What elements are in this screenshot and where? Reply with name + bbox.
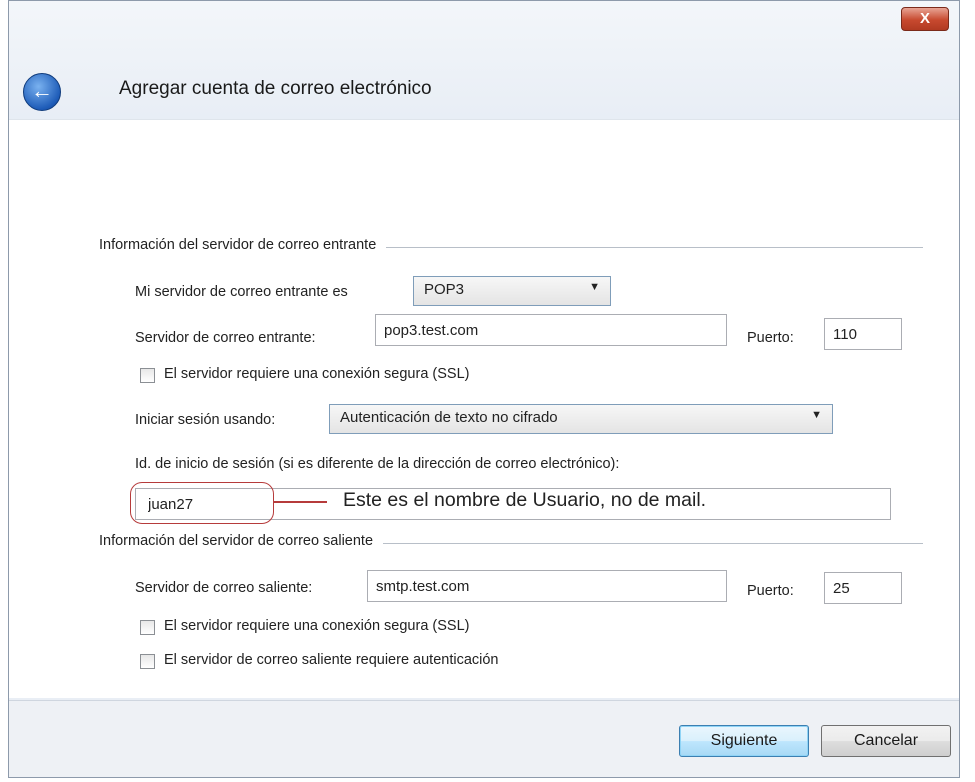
outgoing-port-label: Puerto: [747, 583, 794, 599]
incoming-ssl-checkbox[interactable] [140, 368, 155, 383]
incoming-port-label: Puerto: [747, 330, 794, 346]
incoming-ssl-label: El servidor requiere una conexión segura… [164, 366, 470, 382]
dialog-window: X ← Agregar cuenta de correo electrónico… [8, 0, 960, 778]
annotation-text: Este es el nombre de Usuario, no de mail… [343, 489, 707, 511]
logon-method-label: Iniciar sesión usando: [135, 412, 276, 428]
outgoing-port-input[interactable] [824, 572, 902, 604]
incoming-section-title: Información del servidor de correo entra… [99, 237, 387, 253]
back-arrow-icon: ← [31, 78, 53, 103]
incoming-type-select[interactable]: POP3 ▼ [413, 276, 611, 306]
incoming-server-label: Servidor de correo entrante: [135, 330, 316, 346]
incoming-server-input[interactable] [375, 314, 727, 346]
dialog-footer: Siguiente Cancelar [9, 700, 959, 777]
incoming-type-label: Mi servidor de correo entrante es [135, 284, 348, 300]
annotation-highlight-oval [130, 482, 274, 524]
outgoing-auth-label: El servidor de correo saliente requiere … [164, 652, 499, 668]
annotation-connector-line [273, 501, 327, 503]
next-button[interactable]: Siguiente [679, 725, 809, 757]
logon-id-label: Id. de inicio de sesión (si es diferente… [135, 456, 620, 472]
chevron-down-icon: ▼ [589, 281, 600, 293]
logon-method-select[interactable]: Autenticación de texto no cifrado ▼ [329, 404, 833, 434]
cancel-button[interactable]: Cancelar [821, 725, 951, 757]
outgoing-ssl-checkbox[interactable] [140, 620, 155, 635]
dialog-content: Información del servidor de correo entra… [9, 119, 959, 698]
chevron-down-icon: ▼ [811, 409, 822, 421]
outgoing-auth-checkbox[interactable] [140, 654, 155, 669]
logon-method-value: Autenticación de texto no cifrado [340, 409, 558, 426]
outgoing-section-title: Información del servidor de correo salie… [99, 533, 384, 549]
incoming-port-input[interactable] [824, 318, 902, 350]
close-icon: X [919, 10, 930, 27]
back-button[interactable]: ← [23, 73, 61, 111]
dialog-title: Agregar cuenta de correo electrónico [119, 78, 432, 99]
outgoing-server-label: Servidor de correo saliente: [135, 580, 313, 596]
title-bar: X ← Agregar cuenta de correo electrónico [9, 1, 959, 131]
close-button[interactable]: X [901, 7, 949, 31]
outgoing-ssl-label: El servidor requiere una conexión segura… [164, 618, 470, 634]
incoming-type-value: POP3 [424, 281, 465, 298]
outgoing-server-input[interactable] [367, 570, 727, 602]
